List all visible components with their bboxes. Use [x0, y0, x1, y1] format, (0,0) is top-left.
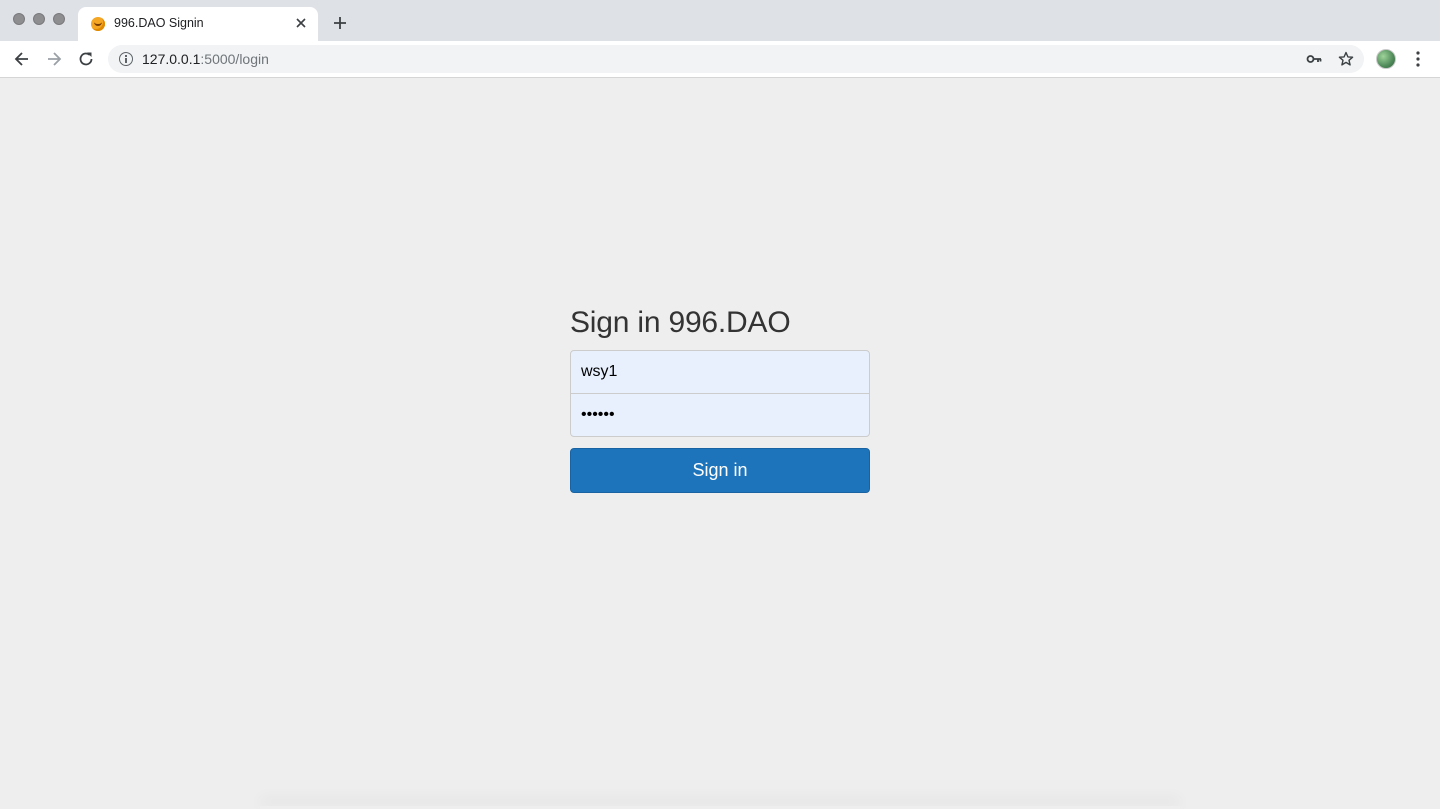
info-icon[interactable]: [119, 52, 133, 66]
browser-tab[interactable]: 996.DAO Signin: [78, 7, 318, 41]
close-icon[interactable]: [293, 15, 309, 31]
url-host: 127.0.0.1: [142, 51, 201, 67]
minimize-window-button[interactable]: [33, 13, 45, 25]
plus-icon[interactable]: [330, 13, 350, 33]
username-input[interactable]: [570, 350, 870, 394]
star-icon[interactable]: [1338, 51, 1354, 67]
page-title: Sign in 996.DAO: [570, 306, 791, 339]
reload-icon[interactable]: [76, 49, 96, 69]
address-bar[interactable]: 127.0.0.1:5000/login: [108, 45, 1364, 73]
password-input[interactable]: [570, 393, 870, 437]
signin-button[interactable]: Sign in: [570, 448, 870, 493]
tab-title: 996.DAO Signin: [114, 16, 204, 30]
menu-dots-icon[interactable]: [1412, 50, 1424, 68]
browser-tab-strip: 996.DAO Signin: [0, 0, 1440, 41]
url-path: :5000/login: [200, 51, 269, 67]
profile-avatar[interactable]: [1376, 49, 1396, 69]
close-window-button[interactable]: [13, 13, 25, 25]
browser-toolbar: 127.0.0.1:5000/login: [0, 41, 1440, 78]
maximize-window-button[interactable]: [53, 13, 65, 25]
key-icon[interactable]: [1306, 51, 1322, 67]
back-icon[interactable]: [12, 49, 32, 69]
signin-form: Sign in 996.DAO Sign in: [570, 300, 870, 493]
emoji-favicon-icon: [91, 17, 105, 31]
url-text[interactable]: 127.0.0.1:5000/login: [142, 51, 269, 67]
forward-icon[interactable]: [44, 49, 64, 69]
